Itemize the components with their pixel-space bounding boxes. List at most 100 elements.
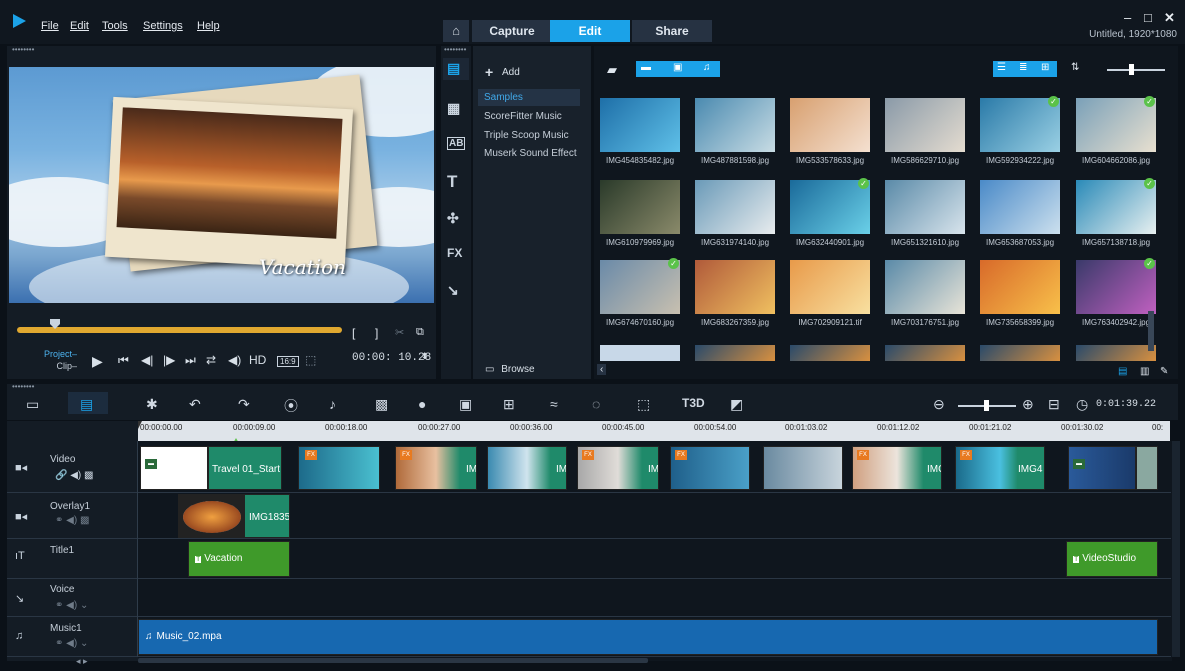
- undo-icon[interactable]: ↶: [189, 396, 201, 413]
- repeat-icon[interactable]: ⇄: [206, 353, 216, 367]
- import-folder-icon[interactable]: ▰: [607, 62, 617, 78]
- thumbnail-view-icon[interactable]: ⊞: [1041, 62, 1049, 73]
- video-clip-5[interactable]: FX: [670, 446, 750, 490]
- zoom-out-icon[interactable]: ⊖: [933, 396, 945, 413]
- sound-mixer-icon[interactable]: ♪: [329, 396, 336, 412]
- redo-icon[interactable]: ↷: [238, 396, 250, 413]
- media-library-icon[interactable]: ▤: [447, 60, 460, 77]
- media-thumbnail[interactable]: [790, 98, 870, 152]
- library-grip-icon[interactable]: ••••••••: [444, 45, 466, 54]
- aspect-ratio-button[interactable]: 16:9: [277, 356, 299, 367]
- pan-zoom-icon[interactable]: ⬚: [637, 396, 650, 413]
- media-thumbnail-partial[interactable]: [790, 345, 870, 361]
- overlay-controls-icon[interactable]: ⚭ ◀) ▩: [55, 515, 89, 526]
- tab-share[interactable]: Share: [632, 20, 712, 42]
- motion-tracking-icon[interactable]: ●: [418, 396, 426, 412]
- maximize-icon[interactable]: □: [1144, 10, 1152, 25]
- title-icon[interactable]: T: [447, 172, 457, 192]
- zoom-in-icon[interactable]: ⊕: [1022, 396, 1034, 413]
- collapse-panel-icon[interactable]: ‹: [597, 364, 607, 375]
- show-videos-icon[interactable]: ▬: [641, 62, 651, 73]
- time-remapping-icon[interactable]: ≈: [550, 396, 558, 412]
- media-thumbnail[interactable]: [885, 180, 965, 234]
- folder-muserk-sound-effect[interactable]: Muserk Sound Effect: [478, 145, 580, 162]
- overlay-clip[interactable]: IMG1835: [178, 494, 290, 538]
- media-thumbnail-partial[interactable]: [885, 345, 965, 361]
- copy-icon[interactable]: ⧉: [416, 326, 424, 339]
- instant-project-icon[interactable]: ▦: [447, 100, 460, 117]
- media-thumbnail[interactable]: [600, 260, 680, 314]
- volume-icon[interactable]: ◀): [228, 353, 241, 367]
- show-photos-icon[interactable]: ▣: [673, 62, 682, 73]
- player-timecode[interactable]: 00:00: 10.28: [352, 352, 431, 364]
- video-clip-2[interactable]: FX IM: [395, 446, 477, 490]
- scroll-nav-icon[interactable]: ◂ ▸: [76, 656, 88, 667]
- transition-icon[interactable]: AB: [447, 137, 466, 150]
- media-thumbnail[interactable]: [790, 180, 870, 234]
- media-thumbnail-partial[interactable]: [1076, 345, 1156, 361]
- media-thumbnail[interactable]: [980, 260, 1060, 314]
- menu-edit[interactable]: Edit: [70, 20, 89, 32]
- timeline-vertical-scrollbar[interactable]: [1172, 441, 1180, 657]
- media-thumbnail-partial[interactable]: [695, 345, 775, 361]
- 3d-title-editor-icon[interactable]: T3D: [682, 396, 705, 410]
- edit-icon[interactable]: ✎: [1160, 366, 1168, 377]
- folder-scorefitter-music[interactable]: ScoreFitter Music: [478, 108, 580, 125]
- video-clip-end[interactable]: [1136, 446, 1158, 490]
- video-clip-9[interactable]: ▬: [1068, 446, 1136, 490]
- storyboard-view-icon[interactable]: ▭: [26, 396, 39, 413]
- multi-camera-icon[interactable]: ⊞: [503, 396, 515, 413]
- timeline-horizontal-scrollbar[interactable]: [138, 658, 648, 663]
- resize-icon[interactable]: ⬚: [305, 353, 316, 367]
- timecode-spinner-icon[interactable]: ⬍: [421, 351, 429, 362]
- media-thumbnail[interactable]: [1076, 260, 1156, 314]
- mark-in-icon[interactable]: [: [352, 326, 355, 340]
- storyboard-icon[interactable]: ▥: [1140, 366, 1149, 377]
- split-screen-icon[interactable]: ◩: [730, 396, 743, 413]
- timeline-view-icon[interactable]: ▤: [80, 396, 93, 413]
- media-thumbnail[interactable]: [1076, 180, 1156, 234]
- folder-samples[interactable]: Samples: [478, 89, 580, 106]
- mark-out-icon[interactable]: ]: [375, 326, 378, 340]
- toolbox-icon[interactable]: ✱: [146, 396, 158, 413]
- thumbnail-size-slider[interactable]: [1107, 69, 1165, 71]
- go-to-end-icon[interactable]: ⏭: [185, 353, 196, 368]
- video-clip-3[interactable]: IM: [487, 446, 567, 490]
- grid-scrollbar-thumb[interactable]: [1148, 311, 1154, 351]
- media-thumbnail[interactable]: [790, 260, 870, 314]
- menu-settings[interactable]: Settings: [143, 20, 183, 32]
- filter-fx-icon[interactable]: FX: [447, 246, 462, 260]
- timeline-ruler[interactable]: [138, 421, 1170, 441]
- zoom-slider-handle[interactable]: [984, 400, 989, 411]
- home-button[interactable]: ⌂: [443, 20, 469, 42]
- browse-button[interactable]: ▭ Browse: [485, 364, 535, 375]
- path-icon[interactable]: ↘: [447, 282, 459, 299]
- record-capture-icon[interactable]: ⦿: [284, 396, 298, 416]
- timeline-grip-icon[interactable]: ••••••••: [12, 382, 34, 391]
- title-clip-videostudio[interactable]: T VideoStudio: [1066, 541, 1158, 577]
- next-frame-icon[interactable]: |▶: [163, 353, 175, 367]
- menu-tools[interactable]: Tools: [102, 20, 128, 32]
- fit-project-icon[interactable]: ⊟: [1048, 396, 1060, 413]
- list-view-icon[interactable]: ☰: [997, 62, 1006, 73]
- media-thumbnail[interactable]: [980, 98, 1060, 152]
- detail-view-icon[interactable]: ≣: [1019, 62, 1027, 73]
- video-clip-6[interactable]: [763, 446, 843, 490]
- menu-file[interactable]: File: [41, 20, 59, 32]
- project-mode-label[interactable]: Project–: [44, 348, 77, 360]
- scrub-bar[interactable]: [17, 327, 342, 333]
- media-thumbnail[interactable]: [980, 180, 1060, 234]
- video-clip-1[interactable]: FX: [298, 446, 380, 490]
- media-thumbnail[interactable]: [600, 180, 680, 234]
- minimize-icon[interactable]: –: [1124, 10, 1131, 25]
- video-clip-8[interactable]: FX IMG4: [955, 446, 1045, 490]
- hd-label[interactable]: HD: [249, 353, 266, 367]
- video-clip-4[interactable]: FX IM: [577, 446, 659, 490]
- media-thumbnail-partial[interactable]: [600, 345, 680, 361]
- sort-icon[interactable]: ⇅: [1071, 62, 1079, 73]
- mask-creator-icon[interactable]: ◌: [592, 396, 600, 412]
- media-thumbnail[interactable]: [885, 260, 965, 314]
- media-thumbnail[interactable]: [695, 98, 775, 152]
- subtitle-editor-icon[interactable]: ▣: [459, 396, 472, 413]
- go-to-start-icon[interactable]: ⏮: [118, 353, 129, 368]
